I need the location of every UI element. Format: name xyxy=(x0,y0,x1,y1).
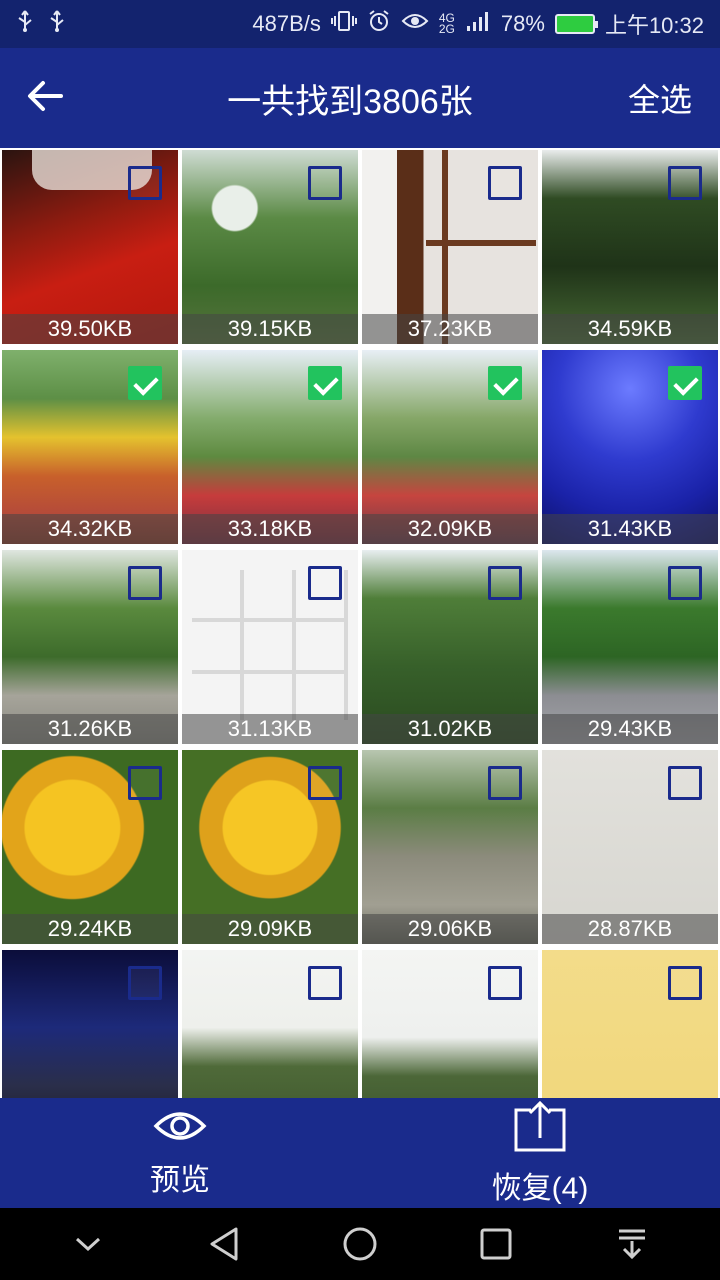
file-size-label: 39.50KB xyxy=(2,314,178,344)
select-checkbox[interactable] xyxy=(488,366,522,400)
battery-percent: 78% xyxy=(500,11,545,36)
photo-tile[interactable] xyxy=(182,950,358,1098)
file-size-label: 37.23KB xyxy=(362,314,538,344)
select-checkbox[interactable] xyxy=(308,966,342,1000)
restore-label: 恢复(4) xyxy=(491,1171,589,1205)
status-left-icons xyxy=(16,10,66,38)
action-bar: 预览 恢复(4) xyxy=(0,1098,720,1208)
page-title: 一共找到3806张 xyxy=(227,82,473,121)
select-checkbox[interactable] xyxy=(128,566,162,600)
select-checkbox[interactable] xyxy=(308,166,342,200)
file-size-label: 34.32KB xyxy=(2,514,178,544)
select-checkbox[interactable] xyxy=(488,566,522,600)
select-checkbox[interactable] xyxy=(308,566,342,600)
net-speed: 487B/s xyxy=(252,11,321,36)
select-checkbox[interactable] xyxy=(128,166,162,200)
select-all-button[interactable]: 全选 xyxy=(600,75,720,121)
photo-tile[interactable] xyxy=(2,950,178,1098)
file-size-label: 31.02KB xyxy=(362,714,538,744)
select-checkbox[interactable] xyxy=(488,966,522,1000)
system-nav-bar xyxy=(0,1208,720,1280)
battery-icon xyxy=(554,14,598,34)
chevron-down-icon[interactable] xyxy=(58,1214,118,1274)
preview-label: 预览 xyxy=(150,1163,210,1197)
select-checkbox[interactable] xyxy=(308,366,342,400)
clock: 上午10:32 xyxy=(604,13,704,38)
photo-tile[interactable]: 28.87KB xyxy=(542,750,718,944)
file-size-label: 29.24KB xyxy=(2,914,178,944)
photo-tile[interactable]: 37.23KB xyxy=(362,150,538,344)
select-checkbox[interactable] xyxy=(128,366,162,400)
usb-icon xyxy=(16,10,34,38)
file-size-label: 29.09KB xyxy=(182,914,358,944)
photo-grid: 39.50KB 39.15KB 37.23KB 34.59KB 34.32KB 33.18… xyxy=(0,148,720,1098)
notification-pull-icon[interactable] xyxy=(602,1214,662,1274)
usb-icon xyxy=(48,10,66,38)
photo-tile[interactable]: 29.06KB xyxy=(362,750,538,944)
file-size-label: 31.13KB xyxy=(182,714,358,744)
file-size-label: 29.43KB xyxy=(542,714,718,744)
status-right: 487B/s 4G 2G 78% 上午10:32 xyxy=(252,8,704,40)
photo-tile[interactable]: 32.09KB xyxy=(362,350,538,544)
back-triangle-icon[interactable] xyxy=(194,1214,254,1274)
preview-button[interactable]: 预览 xyxy=(0,1098,360,1208)
status-bar: 487B/s 4G 2G 78% 上午10:32 xyxy=(0,0,720,48)
select-checkbox[interactable] xyxy=(668,366,702,400)
photo-tile[interactable]: 31.26KB xyxy=(2,550,178,744)
signal-icon xyxy=(465,10,491,38)
restore-button[interactable]: 恢复(4) xyxy=(360,1098,720,1208)
photo-tile[interactable]: 34.59KB xyxy=(542,150,718,344)
home-circle-icon[interactable] xyxy=(330,1214,390,1274)
back-button[interactable] xyxy=(0,48,90,148)
alarm-icon xyxy=(367,9,391,39)
select-checkbox[interactable] xyxy=(668,166,702,200)
select-checkbox[interactable] xyxy=(488,166,522,200)
photo-tile[interactable] xyxy=(542,950,718,1098)
photo-tile[interactable]: 39.50KB xyxy=(2,150,178,344)
select-checkbox[interactable] xyxy=(668,766,702,800)
file-size-label: 32.09KB xyxy=(362,514,538,544)
file-size-label: 39.15KB xyxy=(182,314,358,344)
app-bar: 一共找到3806张 全选 xyxy=(0,48,720,148)
recents-square-icon[interactable] xyxy=(466,1214,526,1274)
select-checkbox[interactable] xyxy=(668,966,702,1000)
file-size-label: 33.18KB xyxy=(182,514,358,544)
photo-tile[interactable]: 33.18KB xyxy=(182,350,358,544)
select-checkbox[interactable] xyxy=(128,766,162,800)
eye-care-icon xyxy=(401,11,429,37)
file-size-label: 29.06KB xyxy=(362,914,538,944)
select-checkbox[interactable] xyxy=(308,766,342,800)
eye-icon xyxy=(153,1108,207,1149)
photo-tile[interactable]: 31.13KB xyxy=(182,550,358,744)
photo-tile[interactable]: 29.09KB xyxy=(182,750,358,944)
network-type: 4G 2G xyxy=(438,11,455,36)
photo-tile[interactable] xyxy=(362,950,538,1098)
photo-tile[interactable]: 31.02KB xyxy=(362,550,538,744)
photo-tile[interactable]: 34.32KB xyxy=(2,350,178,544)
select-checkbox[interactable] xyxy=(668,566,702,600)
photo-tile[interactable]: 31.43KB xyxy=(542,350,718,544)
upload-icon xyxy=(513,1100,567,1157)
arrow-left-icon xyxy=(27,80,63,117)
photo-tile[interactable]: 39.15KB xyxy=(182,150,358,344)
file-size-label: 34.59KB xyxy=(542,314,718,344)
file-size-label: 31.26KB xyxy=(2,714,178,744)
photo-tile[interactable]: 29.43KB xyxy=(542,550,718,744)
file-size-label: 31.43KB xyxy=(542,514,718,544)
vibrate-icon xyxy=(330,10,357,38)
file-size-label: 28.87KB xyxy=(542,914,718,944)
photo-tile[interactable]: 29.24KB xyxy=(2,750,178,944)
select-checkbox[interactable] xyxy=(488,766,522,800)
select-checkbox[interactable] xyxy=(128,966,162,1000)
